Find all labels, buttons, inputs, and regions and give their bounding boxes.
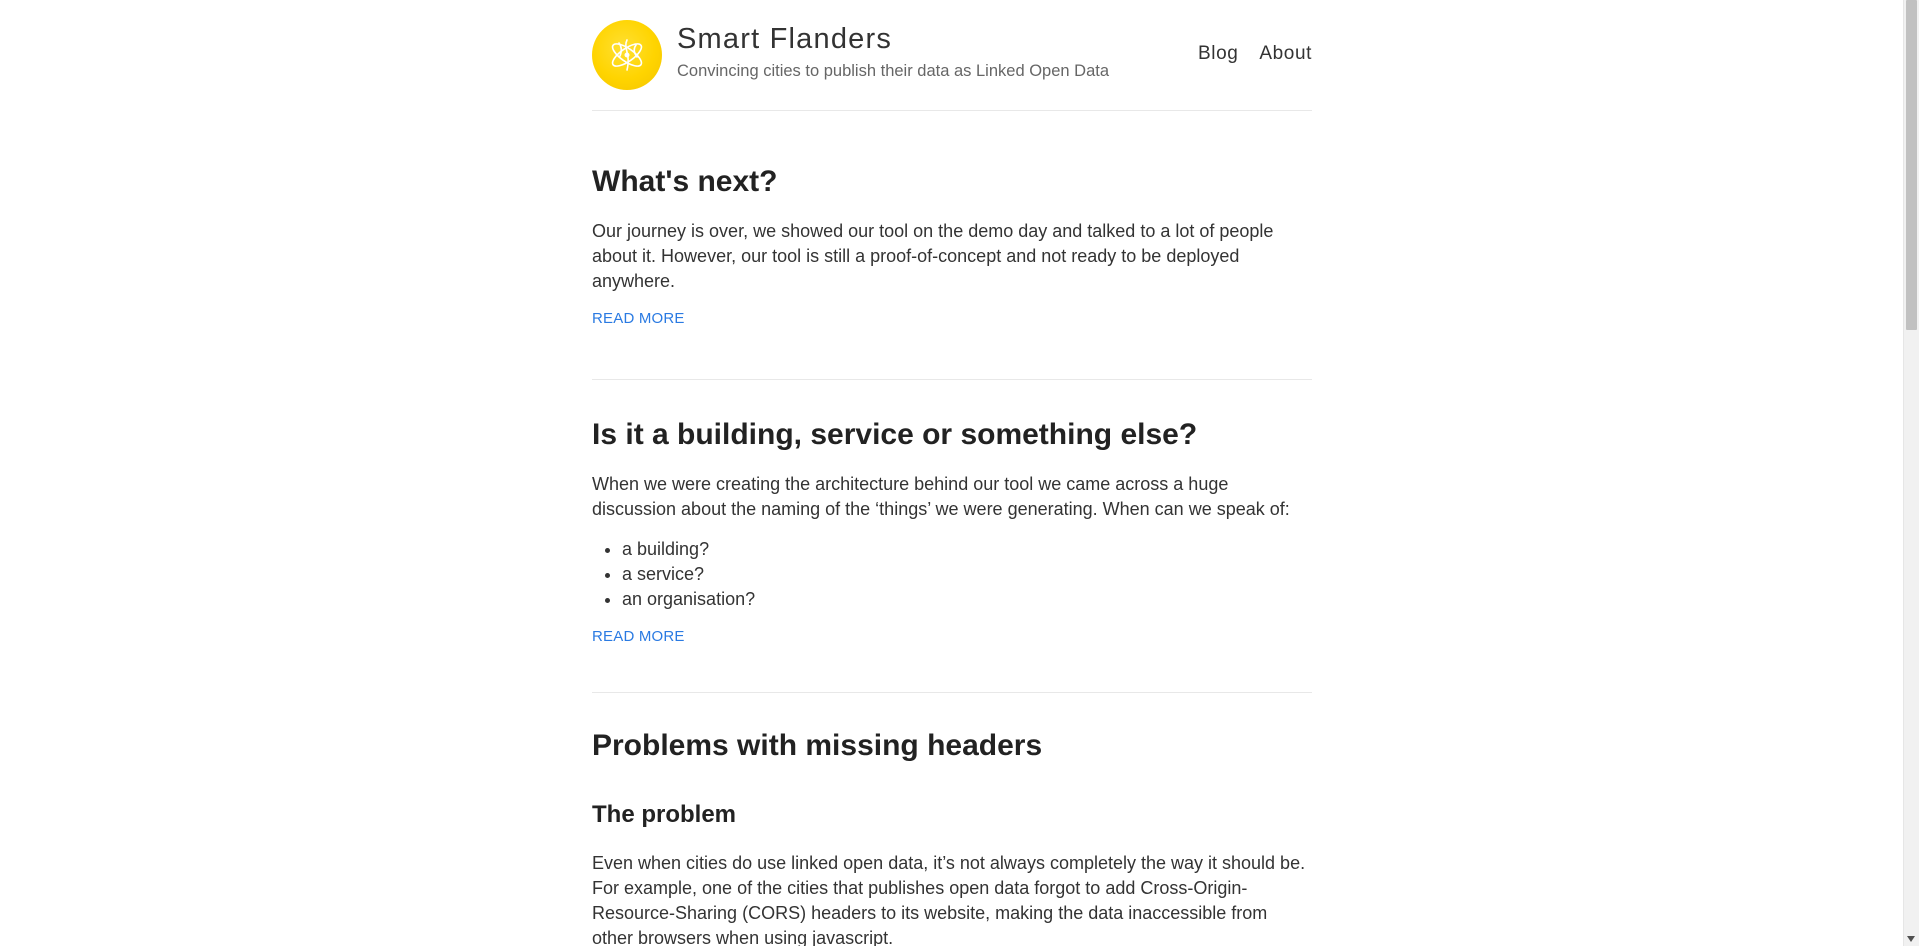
site-header: Smart Flanders Convincing cities to publ… <box>592 0 1312 111</box>
site-nav: Blog About <box>1183 43 1312 65</box>
list-item: a building? <box>622 537 1312 562</box>
site-tagline: Convincing cities to publish their data … <box>677 62 1110 80</box>
post-excerpt: Our journey is over, we showed our tool … <box>592 221 1274 291</box>
read-more-link[interactable]: READ MORE <box>592 310 685 327</box>
post-title[interactable]: What's next? <box>592 165 1312 199</box>
post-title[interactable]: Is it a building, service or something e… <box>592 418 1312 452</box>
nav-link-about[interactable]: About <box>1259 43 1312 64</box>
vertical-scrollbar[interactable] <box>1903 0 1919 946</box>
site-title[interactable]: Smart Flanders <box>677 23 892 56</box>
page: Smart Flanders Convincing cities to publ… <box>0 0 1919 946</box>
scrollbar-thumb[interactable] <box>1906 0 1917 330</box>
smart-flanders-logo[interactable] <box>592 20 662 90</box>
post-whats-next: What's next? Our journey is over, we sho… <box>592 111 1312 380</box>
post-missing-headers: Problems with missing headers The proble… <box>592 693 1312 946</box>
content-wrapper: Smart Flanders Convincing cities to publ… <box>592 0 1312 946</box>
scroll-down-arrow-icon[interactable] <box>1904 932 1919 946</box>
post-building-service: Is it a building, service or something e… <box>592 380 1312 693</box>
post-subheading: The problem <box>592 801 737 828</box>
list-item: a service? <box>622 562 1312 587</box>
atom-flower-icon <box>611 39 643 71</box>
post-excerpt: When we were creating the architecture b… <box>592 474 1290 519</box>
post-excerpt: Even when cities do use linked open data… <box>592 853 1306 946</box>
list-item: an organisation? <box>622 587 1312 612</box>
nav-link-blog[interactable]: Blog <box>1198 43 1238 64</box>
read-more-link[interactable]: READ MORE <box>592 628 685 645</box>
post-title[interactable]: Problems with missing headers <box>592 729 1312 763</box>
post-bullet-list: a building? a service? an organisation? <box>592 537 1312 612</box>
